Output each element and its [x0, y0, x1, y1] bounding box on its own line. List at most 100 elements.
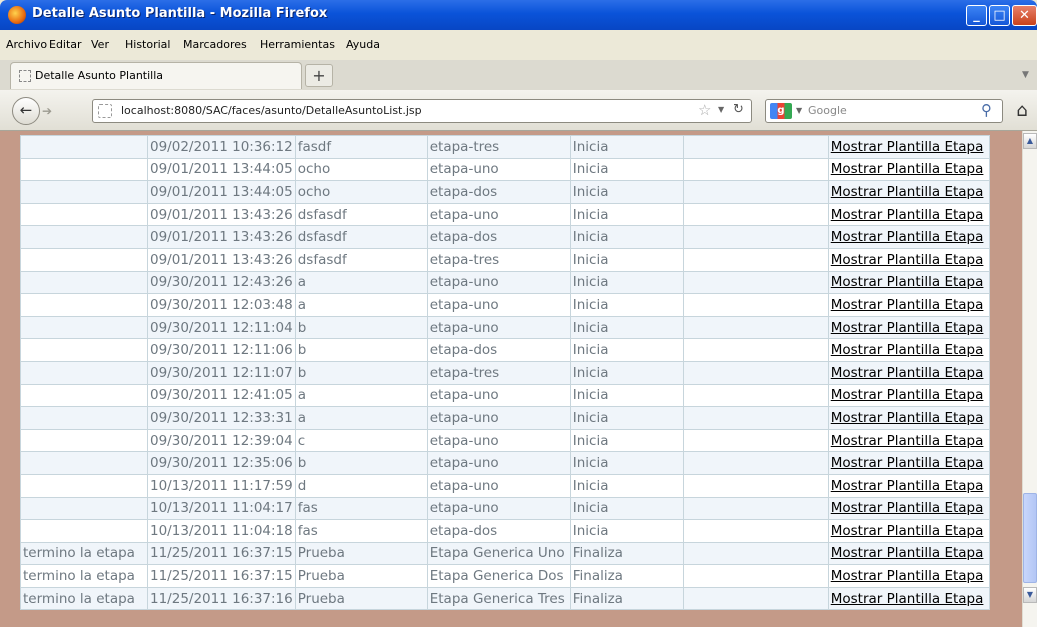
table-cell: c: [294, 428, 428, 453]
url-text[interactable]: localhost:8080/SAC/faces/asunto/DetalleA…: [121, 104, 422, 117]
home-button[interactable]: ⌂: [1010, 99, 1034, 123]
table-cell: 11/25/2011 16:37:16: [147, 586, 296, 611]
table-cell: Mostrar Plantilla Etapa: [827, 519, 990, 543]
table-cell: 09/30/2011 12:35:06: [147, 451, 296, 475]
search-placeholder[interactable]: Google: [808, 104, 847, 117]
site-identity-icon[interactable]: [98, 104, 112, 118]
menu-ver[interactable]: Ver: [91, 38, 109, 51]
mostrar-plantilla-etapa-link[interactable]: Mostrar Plantilla Etapa: [831, 139, 984, 155]
table-cell: [682, 157, 829, 182]
new-tab-button[interactable]: +: [305, 64, 333, 87]
menu-editar[interactable]: Editar: [49, 38, 82, 51]
menu-herramientas[interactable]: Herramientas: [260, 38, 335, 51]
table-cell: Finaliza: [569, 586, 684, 611]
table-cell: a: [294, 270, 428, 295]
table-cell: b: [294, 315, 428, 340]
mostrar-plantilla-etapa-link[interactable]: Mostrar Plantilla Etapa: [831, 433, 984, 449]
maximize-button[interactable]: □: [989, 5, 1010, 26]
mostrar-plantilla-etapa-link[interactable]: Mostrar Plantilla Etapa: [831, 229, 984, 245]
menu-ayuda[interactable]: Ayuda: [346, 38, 380, 51]
vertical-scrollbar[interactable]: ▲ ▼: [1022, 131, 1037, 627]
table-cell: Inicia: [569, 360, 684, 385]
table-cell: Mostrar Plantilla Etapa: [827, 247, 990, 272]
mostrar-plantilla-etapa-link[interactable]: Mostrar Plantilla Etapa: [831, 274, 984, 290]
mostrar-plantilla-etapa-link[interactable]: Mostrar Plantilla Etapa: [831, 591, 984, 607]
table-cell: etapa-uno: [426, 293, 571, 317]
table-cell: etapa-tres: [426, 360, 571, 385]
scroll-down-icon[interactable]: ▼: [1023, 587, 1037, 603]
table-cell: 09/01/2011 13:43:26: [147, 202, 296, 227]
detail-table: 09/02/2011 10:36:12 fasdf etapa-tres Inicia…: [20, 135, 990, 611]
url-dropdown-icon[interactable]: ▼: [718, 105, 724, 114]
mostrar-plantilla-etapa-link[interactable]: Mostrar Plantilla Etapa: [831, 320, 984, 336]
table-cell: [20, 451, 148, 475]
table-cell: Mostrar Plantilla Etapa: [827, 428, 990, 453]
mostrar-plantilla-etapa-link[interactable]: Mostrar Plantilla Etapa: [831, 252, 984, 268]
table-cell: Mostrar Plantilla Etapa: [827, 293, 990, 317]
mostrar-plantilla-etapa-link[interactable]: Mostrar Plantilla Etapa: [831, 387, 984, 403]
scroll-up-icon[interactable]: ▲: [1023, 133, 1037, 149]
minimize-button[interactable]: _: [966, 5, 987, 26]
tab-bar: Detalle Asunto Plantilla + ▼: [0, 60, 1037, 90]
tab-detalle-asunto[interactable]: Detalle Asunto Plantilla: [10, 62, 302, 89]
mostrar-plantilla-etapa-link[interactable]: Mostrar Plantilla Etapa: [831, 184, 984, 200]
table-cell: [682, 519, 829, 543]
table-cell: ocho: [294, 157, 428, 182]
table-row: 09/30/2011 12:03:48 a etapa-uno Inicia Mostr…: [20, 293, 990, 317]
table-cell: [682, 135, 829, 159]
table-row: 10/13/2011 11:04:17 fas etapa-uno Inicia Mos…: [20, 496, 990, 521]
mostrar-plantilla-etapa-link[interactable]: Mostrar Plantilla Etapa: [831, 500, 984, 516]
table-cell: [682, 406, 829, 430]
table-cell: [682, 428, 829, 453]
table-cell: [682, 451, 829, 475]
search-box[interactable]: g ▼ Google ⚲: [765, 99, 1003, 123]
scroll-thumb[interactable]: [1023, 493, 1037, 583]
forward-button[interactable]: ➔: [42, 103, 64, 119]
bookmark-star-icon[interactable]: ☆: [698, 101, 711, 119]
back-button[interactable]: ←: [12, 97, 40, 125]
menu-marcadores[interactable]: Marcadores: [183, 38, 247, 51]
reload-icon[interactable]: ↻: [733, 102, 744, 117]
table-cell: 09/30/2011 12:11:06: [147, 338, 296, 362]
mostrar-plantilla-etapa-link[interactable]: Mostrar Plantilla Etapa: [831, 161, 984, 177]
mostrar-plantilla-etapa-link[interactable]: Mostrar Plantilla Etapa: [831, 568, 984, 584]
close-button[interactable]: ✕: [1012, 5, 1037, 26]
table-row: 10/13/2011 11:17:59 d etapa-uno Inicia Mostr…: [20, 473, 990, 498]
table-row: 09/01/2011 13:43:26 dsfasdf etapa-dos Inici…: [20, 225, 990, 249]
table-cell: etapa-dos: [426, 338, 571, 362]
table-cell: Mostrar Plantilla Etapa: [827, 383, 990, 408]
url-bar[interactable]: localhost:8080/SAC/faces/asunto/DetalleA…: [92, 99, 752, 123]
table-cell: Inicia: [569, 180, 684, 204]
search-magnifier-icon[interactable]: ⚲: [981, 101, 992, 119]
table-cell: Prueba: [294, 564, 428, 588]
table-cell: Mostrar Plantilla Etapa: [827, 270, 990, 295]
mostrar-plantilla-etapa-link[interactable]: Mostrar Plantilla Etapa: [831, 365, 984, 381]
table-cell: Inicia: [569, 473, 684, 498]
table-cell: 09/01/2011 13:44:05: [147, 157, 296, 182]
tab-list-icon[interactable]: ▼: [1022, 70, 1029, 80]
table-cell: [682, 225, 829, 249]
mostrar-plantilla-etapa-link[interactable]: Mostrar Plantilla Etapa: [831, 523, 984, 539]
mostrar-plantilla-etapa-link[interactable]: Mostrar Plantilla Etapa: [831, 545, 984, 561]
table-row: 09/02/2011 10:36:12 fasdf etapa-tres Inicia…: [20, 135, 990, 159]
mostrar-plantilla-etapa-link[interactable]: Mostrar Plantilla Etapa: [831, 342, 984, 358]
search-engine-dropdown-icon[interactable]: ▼: [796, 106, 802, 115]
mostrar-plantilla-etapa-link[interactable]: Mostrar Plantilla Etapa: [831, 297, 984, 313]
menu-historial[interactable]: Historial: [125, 38, 170, 51]
table-cell: 09/30/2011 12:03:48: [147, 293, 296, 317]
mostrar-plantilla-etapa-link[interactable]: Mostrar Plantilla Etapa: [831, 455, 984, 471]
table-row: 09/30/2011 12:11:06 b etapa-dos Inicia Mostr…: [20, 338, 990, 362]
table-cell: [682, 473, 829, 498]
menu-archivo[interactable]: Archivo: [6, 38, 47, 51]
mostrar-plantilla-etapa-link[interactable]: Mostrar Plantilla Etapa: [831, 410, 984, 426]
google-engine-icon[interactable]: g: [770, 103, 792, 119]
table-cell: [20, 225, 148, 249]
table-cell: etapa-dos: [426, 519, 571, 543]
table-cell: Etapa Generica Dos: [426, 564, 571, 588]
mostrar-plantilla-etapa-link[interactable]: Mostrar Plantilla Etapa: [831, 478, 984, 494]
table-cell: dsfasdf: [294, 247, 428, 272]
table-row: 09/01/2011 13:43:26 dsfasdf etapa-tres Inic…: [20, 247, 990, 272]
table-cell: [682, 247, 829, 272]
table-cell: [20, 135, 148, 159]
mostrar-plantilla-etapa-link[interactable]: Mostrar Plantilla Etapa: [831, 207, 984, 223]
